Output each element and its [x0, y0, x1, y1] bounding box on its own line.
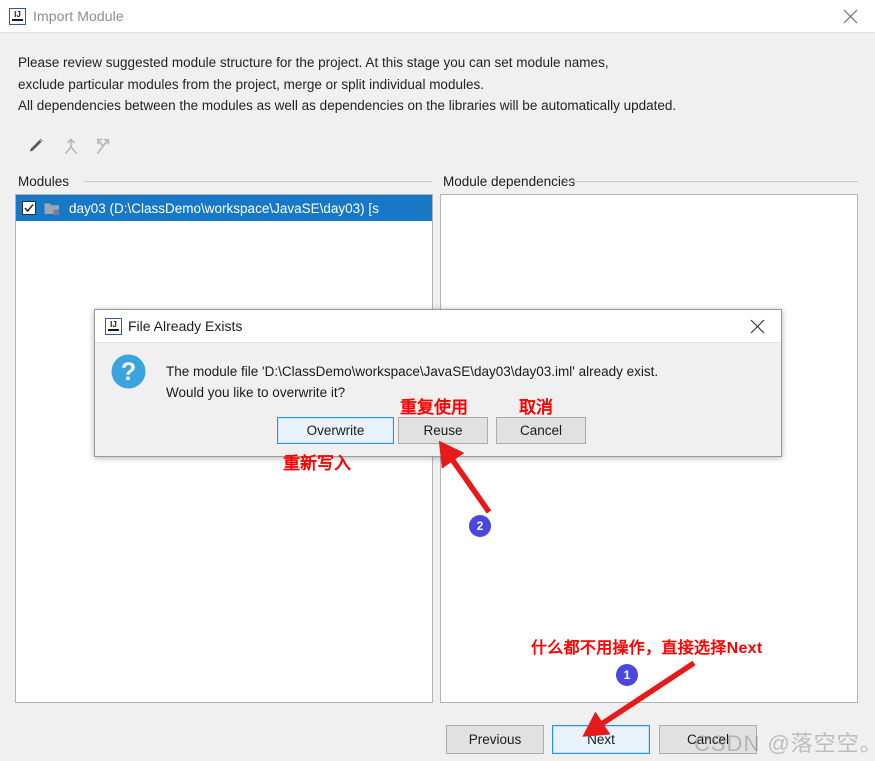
- csdn-watermark: CSDN @落空空。: [694, 731, 875, 756]
- annotation-overwrite: 重新写入: [283, 454, 351, 473]
- dependencies-section-label: Module dependencies: [443, 174, 576, 189]
- close-icon[interactable]: [829, 0, 875, 32]
- close-icon[interactable]: [737, 310, 781, 342]
- module-row-label: day03 (D:\ClassDemo\workspace\JavaSE\day…: [69, 200, 379, 216]
- window-title: Import Module: [33, 8, 124, 24]
- svg-text:?: ?: [121, 358, 136, 386]
- import-module-window: IJ Import Module Please review suggested…: [0, 0, 875, 761]
- dialog-titlebar: IJ File Already Exists: [95, 310, 781, 343]
- description-line-3: All dependencies between the modules as …: [18, 98, 677, 113]
- svg-text:IJ: IJ: [14, 10, 21, 19]
- description-text: Please review suggested module structure…: [18, 52, 858, 117]
- step-badge-1: 1: [616, 664, 638, 686]
- modules-section-rule: [84, 181, 432, 182]
- question-mark-icon: ?: [110, 353, 147, 390]
- intellij-idea-icon: IJ: [9, 8, 26, 25]
- dialog-title: File Already Exists: [128, 318, 243, 334]
- next-button[interactable]: Next: [552, 725, 650, 754]
- modules-section-label: Modules: [18, 174, 70, 189]
- overwrite-button[interactable]: Overwrite: [277, 417, 394, 444]
- description-line-2: exclude particular modules from the proj…: [18, 76, 484, 92]
- merge-modules-icon[interactable]: [57, 132, 85, 160]
- reuse-button[interactable]: Reuse: [398, 417, 488, 444]
- annotation-cancel: 取消: [519, 398, 553, 417]
- module-checkbox[interactable]: [22, 201, 36, 215]
- dialog-message-line-1: The module file 'D:\ClassDemo\workspace\…: [166, 364, 659, 379]
- annotation-next: 什么都不用操作，直接选择Next: [531, 640, 763, 657]
- table-row[interactable]: day03 (D:\ClassDemo\workspace\JavaSE\day…: [16, 195, 432, 221]
- window-titlebar: IJ Import Module: [0, 0, 875, 33]
- dependencies-section-rule: [565, 181, 858, 182]
- split-modules-icon[interactable]: [89, 132, 117, 160]
- pencil-edit-icon[interactable]: [22, 132, 50, 160]
- step-badge-2: 2: [469, 515, 491, 537]
- intellij-idea-icon: IJ: [105, 318, 122, 335]
- description-line-1: Please review suggested module structure…: [18, 55, 609, 70]
- dialog-cancel-button[interactable]: Cancel: [496, 417, 586, 444]
- svg-text:IJ: IJ: [110, 320, 117, 329]
- previous-button[interactable]: Previous: [446, 725, 544, 754]
- module-folder-icon: [44, 201, 62, 216]
- annotation-reuse: 重复使用: [400, 398, 468, 417]
